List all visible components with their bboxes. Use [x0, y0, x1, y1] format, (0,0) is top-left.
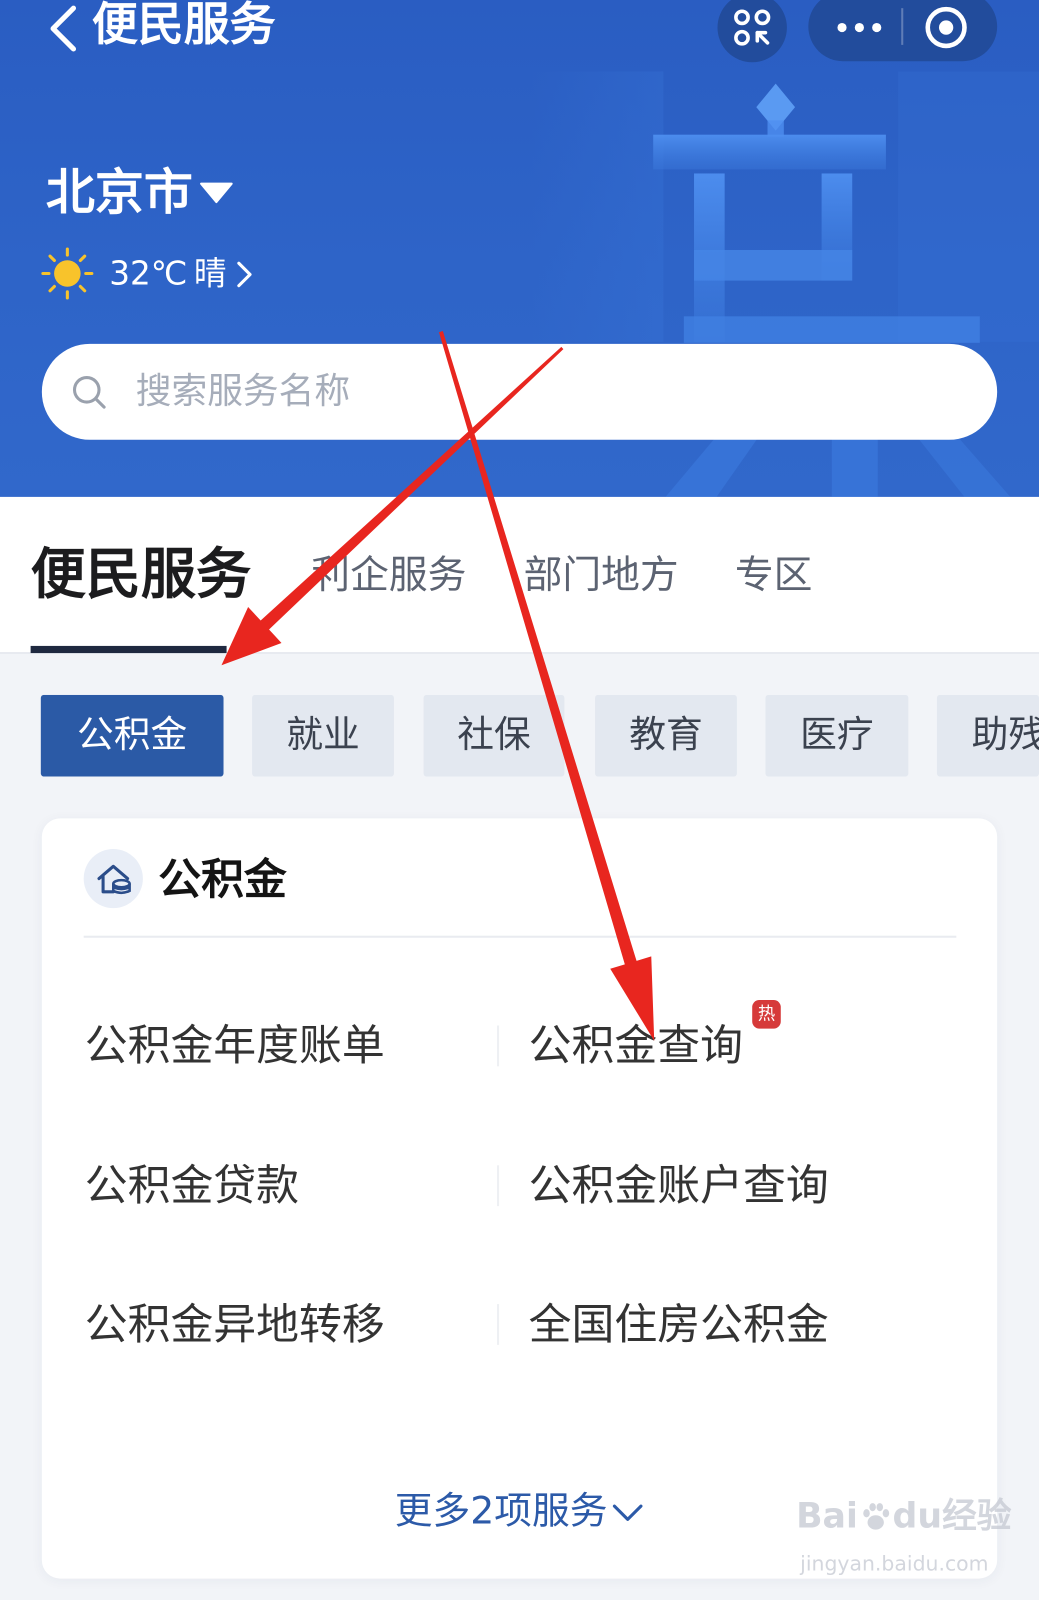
city-selector[interactable]: 北京市: [46, 163, 193, 222]
back-chevron-icon[interactable]: [41, 2, 86, 53]
service-item[interactable]: 公积金年度账单: [85, 1020, 493, 1071]
app-screen: 便民服务 北京市 32℃ 晴 搜索服务名称 便民服务 利企服务 部门地方 专区 …: [0, 0, 1039, 1600]
watermark-brand-right: du: [892, 1495, 943, 1537]
target-circle-icon[interactable]: [903, 0, 997, 61]
search-icon: [72, 376, 106, 409]
watermark-brand-left: Bai: [796, 1495, 858, 1537]
active-tab-indicator: [30, 645, 227, 654]
search-bar[interactable]: [41, 343, 998, 440]
chip-social-security[interactable]: 社保: [423, 694, 565, 777]
hot-badge: 热: [752, 1000, 781, 1029]
chip-education[interactable]: 教育: [595, 694, 737, 777]
tab-departments-regions[interactable]: 部门地方: [524, 551, 679, 598]
service-item-label: 全国住房公积金: [528, 1298, 829, 1349]
housing-fund-card: 公积金 公积金年度账单 公积金查询热 公积金贷款 公积金账户查询 公积金异地转移…: [41, 818, 998, 1579]
service-item[interactable]: 公积金账户查询: [529, 1160, 937, 1211]
search-input[interactable]: [135, 364, 953, 420]
tab-business-services[interactable]: 利企服务: [311, 551, 466, 598]
caret-down-icon[interactable]: [199, 182, 234, 204]
apps-button[interactable]: [717, 0, 787, 63]
weather-condition[interactable]: 晴: [194, 253, 227, 294]
chevron-down-icon: [613, 1504, 643, 1521]
sun-icon: [41, 247, 94, 300]
chip-medical[interactable]: 医疗: [765, 694, 909, 777]
service-item-label: 公积金账户查询: [528, 1160, 829, 1211]
card-title: 公积金: [158, 854, 287, 905]
column-divider: [497, 1165, 500, 1207]
chevron-right-icon[interactable]: [235, 259, 255, 290]
service-item[interactable]: 全国住房公积金: [529, 1299, 937, 1350]
service-item-label: 公积金年度账单: [84, 1020, 385, 1071]
miniapp-capsule: [808, 0, 998, 62]
column-divider: [497, 1304, 500, 1345]
weather-temperature[interactable]: 32℃: [109, 253, 187, 294]
more-services-label: 更多2项服务: [394, 1488, 608, 1533]
baidu-jingyan-watermark: Bai du经验 jingyan.baidu.com: [796, 1482, 1015, 1584]
service-item-label: 公积金贷款: [84, 1160, 300, 1211]
paw-icon: [862, 1502, 889, 1530]
apps-grid-icon: [734, 9, 771, 46]
chip-disability-aid[interactable]: 助残: [936, 694, 1039, 777]
chip-housing-fund[interactable]: 公积金: [40, 694, 224, 777]
more-dots-icon[interactable]: [808, 0, 901, 61]
category-chips: 公积金 就业 社保 教育 医疗 助残: [0, 694, 1039, 777]
watermark-brand-suffix: 经验: [942, 1495, 1012, 1537]
page-title: 便民服务: [91, 0, 276, 52]
tab-convenience-services[interactable]: 便民服务: [31, 542, 251, 606]
tab-special-zone[interactable]: 专区: [735, 551, 813, 598]
column-divider: [497, 1025, 500, 1067]
card-divider: [83, 935, 957, 938]
watermark-url: jingyan.baidu.com: [800, 1551, 989, 1576]
header-banner: 便民服务 北京市 32℃ 晴 搜索服务名称: [0, 0, 1039, 497]
service-tabs: 便民服务 利企服务 部门地方 专区: [0, 496, 1039, 655]
service-item-label: 公积金异地转移: [84, 1298, 385, 1349]
service-item[interactable]: 公积金异地转移: [85, 1299, 493, 1350]
service-item[interactable]: 公积金贷款: [85, 1160, 493, 1211]
chip-employment[interactable]: 就业: [252, 694, 394, 777]
service-item-label: 公积金查询: [528, 1020, 744, 1071]
housing-fund-icon: [83, 848, 143, 909]
service-item[interactable]: 公积金查询热: [528, 1000, 937, 1071]
